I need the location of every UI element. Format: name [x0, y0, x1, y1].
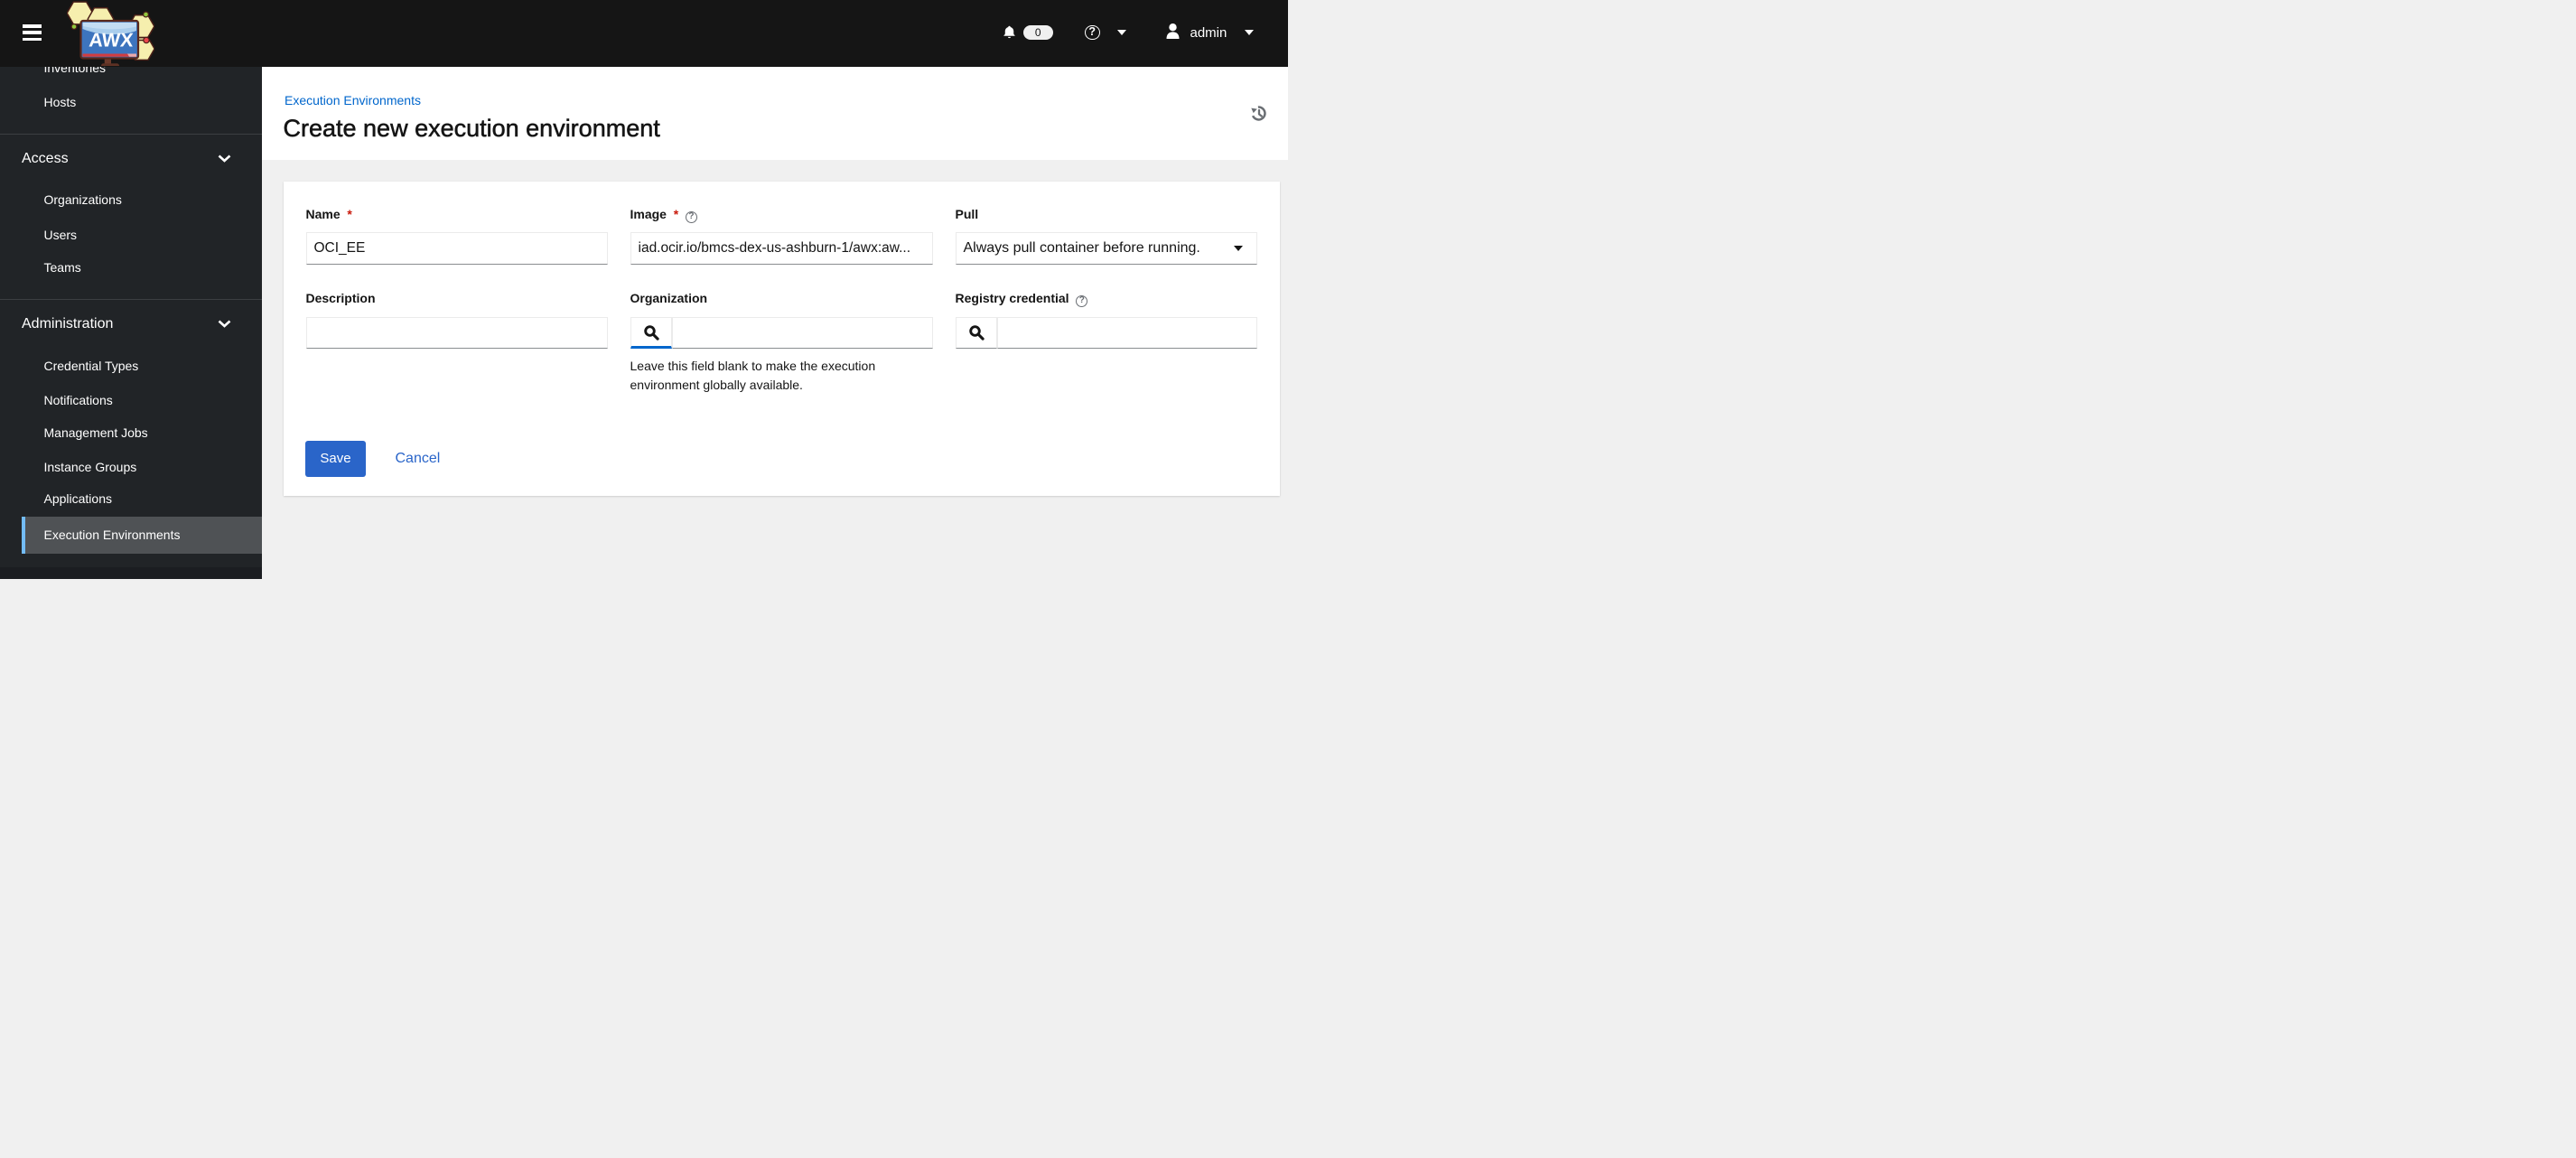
- svg-text:AWX: AWX: [89, 30, 135, 51]
